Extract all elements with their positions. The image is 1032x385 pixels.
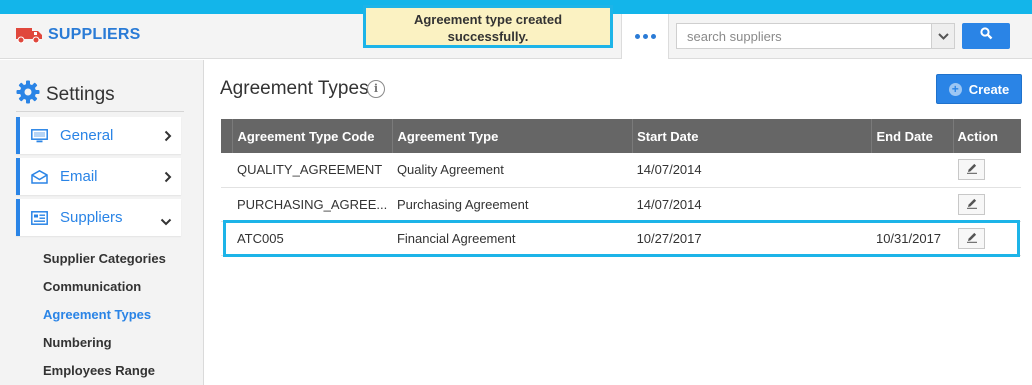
column-header-type[interactable]: Agreement Type xyxy=(392,119,634,153)
sidebar-item-general[interactable]: General xyxy=(16,117,181,154)
column-header-start-date[interactable]: Start Date xyxy=(632,119,873,153)
pencil-icon xyxy=(966,197,978,212)
truck-icon xyxy=(16,26,43,44)
chevron-down-icon xyxy=(160,213,172,231)
toast-line-1: Agreement type created xyxy=(413,12,563,27)
page-title: Agreement Types xyxy=(220,78,369,99)
sidebar-subitem-numbering[interactable]: Numbering xyxy=(43,335,112,350)
cell-start-date: 14/07/2014 xyxy=(632,187,872,222)
column-header-select xyxy=(221,119,234,153)
success-toast: Agreement type created successfully. xyxy=(363,5,613,48)
brand[interactable]: SUPPLIERS xyxy=(16,26,141,44)
table-header-row: Agreement Type Code Agreement Type Start… xyxy=(221,119,1021,153)
column-header-code[interactable]: Agreement Type Code xyxy=(232,119,394,153)
cell-end-date xyxy=(871,153,954,188)
toast-line-2: successfully. xyxy=(447,29,529,44)
info-icon[interactable]: i xyxy=(367,80,385,98)
edit-button[interactable] xyxy=(958,159,986,181)
ellipsis-dot xyxy=(642,34,648,39)
sidebar-item-label: Suppliers xyxy=(60,209,123,226)
table-row[interactable]: PURCHASING_AGREE... Purchasing Agreement… xyxy=(221,187,1021,222)
edit-button[interactable] xyxy=(958,227,986,249)
cell-type: Financial Agreement xyxy=(392,221,633,256)
cell-type: Quality Agreement xyxy=(392,153,633,188)
cell-code[interactable]: PURCHASING_AGREE... xyxy=(232,187,393,222)
cell-type: Purchasing Agreement xyxy=(392,187,633,222)
table-row[interactable]: QUALITY_AGREEMENT Quality Agreement 14/0… xyxy=(221,153,1021,188)
sidebar-header: Settings xyxy=(16,80,115,109)
sidebar-subitem-agreement-types[interactable]: Agreement Types xyxy=(43,307,151,322)
chevron-right-icon xyxy=(164,129,172,147)
table-row[interactable]: ATC005 Financial Agreement 10/27/2017 10… xyxy=(221,221,1021,256)
sidebar-subitem-communication[interactable]: Communication xyxy=(43,279,141,294)
row-spacer xyxy=(221,153,233,188)
chevron-down-icon xyxy=(937,27,949,45)
agreement-types-table: Agreement Type Code Agreement Type Start… xyxy=(221,119,1021,256)
cell-start-date: 10/27/2017 xyxy=(632,221,872,256)
search-dropdown-toggle[interactable] xyxy=(931,23,955,49)
sidebar-item-email[interactable]: Email xyxy=(16,158,181,195)
sidebar-subitem-employees-range[interactable]: Employees Range xyxy=(43,363,155,378)
cell-code[interactable]: ATC005 xyxy=(232,221,393,256)
search-input[interactable] xyxy=(676,23,932,49)
cell-end-date xyxy=(871,187,954,222)
row-spacer xyxy=(221,187,233,222)
edit-button[interactable] xyxy=(958,193,986,215)
cell-action xyxy=(953,187,1021,222)
settings-sidebar: Settings General Email Suppliers Supplie… xyxy=(0,60,204,385)
plus-icon: + xyxy=(948,82,962,96)
create-button-label: Create xyxy=(968,81,1010,97)
ellipsis-dot xyxy=(634,34,640,39)
sidebar-divider xyxy=(16,111,184,112)
sidebar-item-label: General xyxy=(60,127,114,144)
ellipsis-dot xyxy=(650,34,656,39)
gear-icon xyxy=(16,80,40,109)
cell-action xyxy=(953,221,1021,256)
brand-title: SUPPLIERS xyxy=(48,26,141,43)
monitor-icon xyxy=(31,128,49,143)
create-button[interactable]: + Create xyxy=(936,74,1022,104)
search-button[interactable] xyxy=(962,23,1010,49)
column-header-end-date[interactable]: End Date xyxy=(871,119,954,153)
sidebar-subitem-supplier-categories[interactable]: Supplier Categories xyxy=(43,251,166,266)
envelope-icon xyxy=(31,169,49,184)
more-options-button[interactable] xyxy=(621,14,669,59)
row-spacer xyxy=(221,221,233,256)
sidebar-item-label: Email xyxy=(60,168,98,185)
sidebar-item-suppliers[interactable]: Suppliers xyxy=(16,199,181,236)
column-header-action: Action xyxy=(953,119,1021,153)
cell-action xyxy=(953,153,1021,188)
pencil-icon xyxy=(966,162,978,177)
list-icon xyxy=(31,210,49,225)
search-icon xyxy=(979,27,993,45)
sidebar-title: Settings xyxy=(46,83,115,105)
pencil-icon xyxy=(966,231,978,246)
chevron-right-icon xyxy=(164,170,172,188)
cell-code[interactable]: QUALITY_AGREEMENT xyxy=(232,153,393,188)
cell-end-date: 10/31/2017 xyxy=(871,221,954,256)
cell-start-date: 14/07/2014 xyxy=(632,153,872,188)
